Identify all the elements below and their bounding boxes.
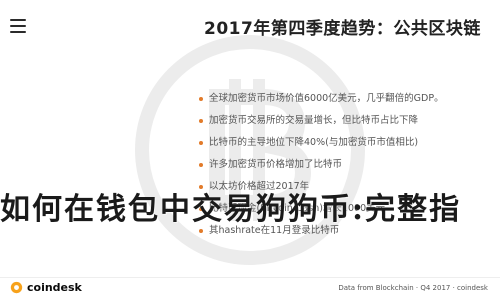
article-headline[interactable]: 如何在钱包中交易狗狗币:完整指	[0, 184, 500, 228]
data-source: Data from Blockchain · Q4 2017 · coindes…	[338, 284, 488, 292]
list-item: 许多加密货币价格增加了比特币	[197, 158, 467, 171]
list-item: 加密货币交易所的交易量增长，但比特币占比下降	[197, 114, 467, 127]
page-title: 2017年第四季度趋势：公共区块链	[204, 19, 481, 39]
header: 2017年第四季度趋势：公共区块链	[0, 0, 500, 56]
list-item: 比特币的主导地位下降40%(与加密货币市值相比)	[197, 136, 467, 149]
footer: coindesk Data from Blockchain · Q4 2017 …	[0, 278, 500, 300]
menu-icon[interactable]	[10, 19, 26, 33]
brand-name: coindesk	[27, 281, 82, 294]
list-item: 全球加密货币市场价值6000亿美元，几乎翻倍的GDP。	[197, 92, 467, 105]
coindesk-logo-icon	[10, 281, 23, 294]
brand[interactable]: coindesk	[10, 281, 82, 294]
